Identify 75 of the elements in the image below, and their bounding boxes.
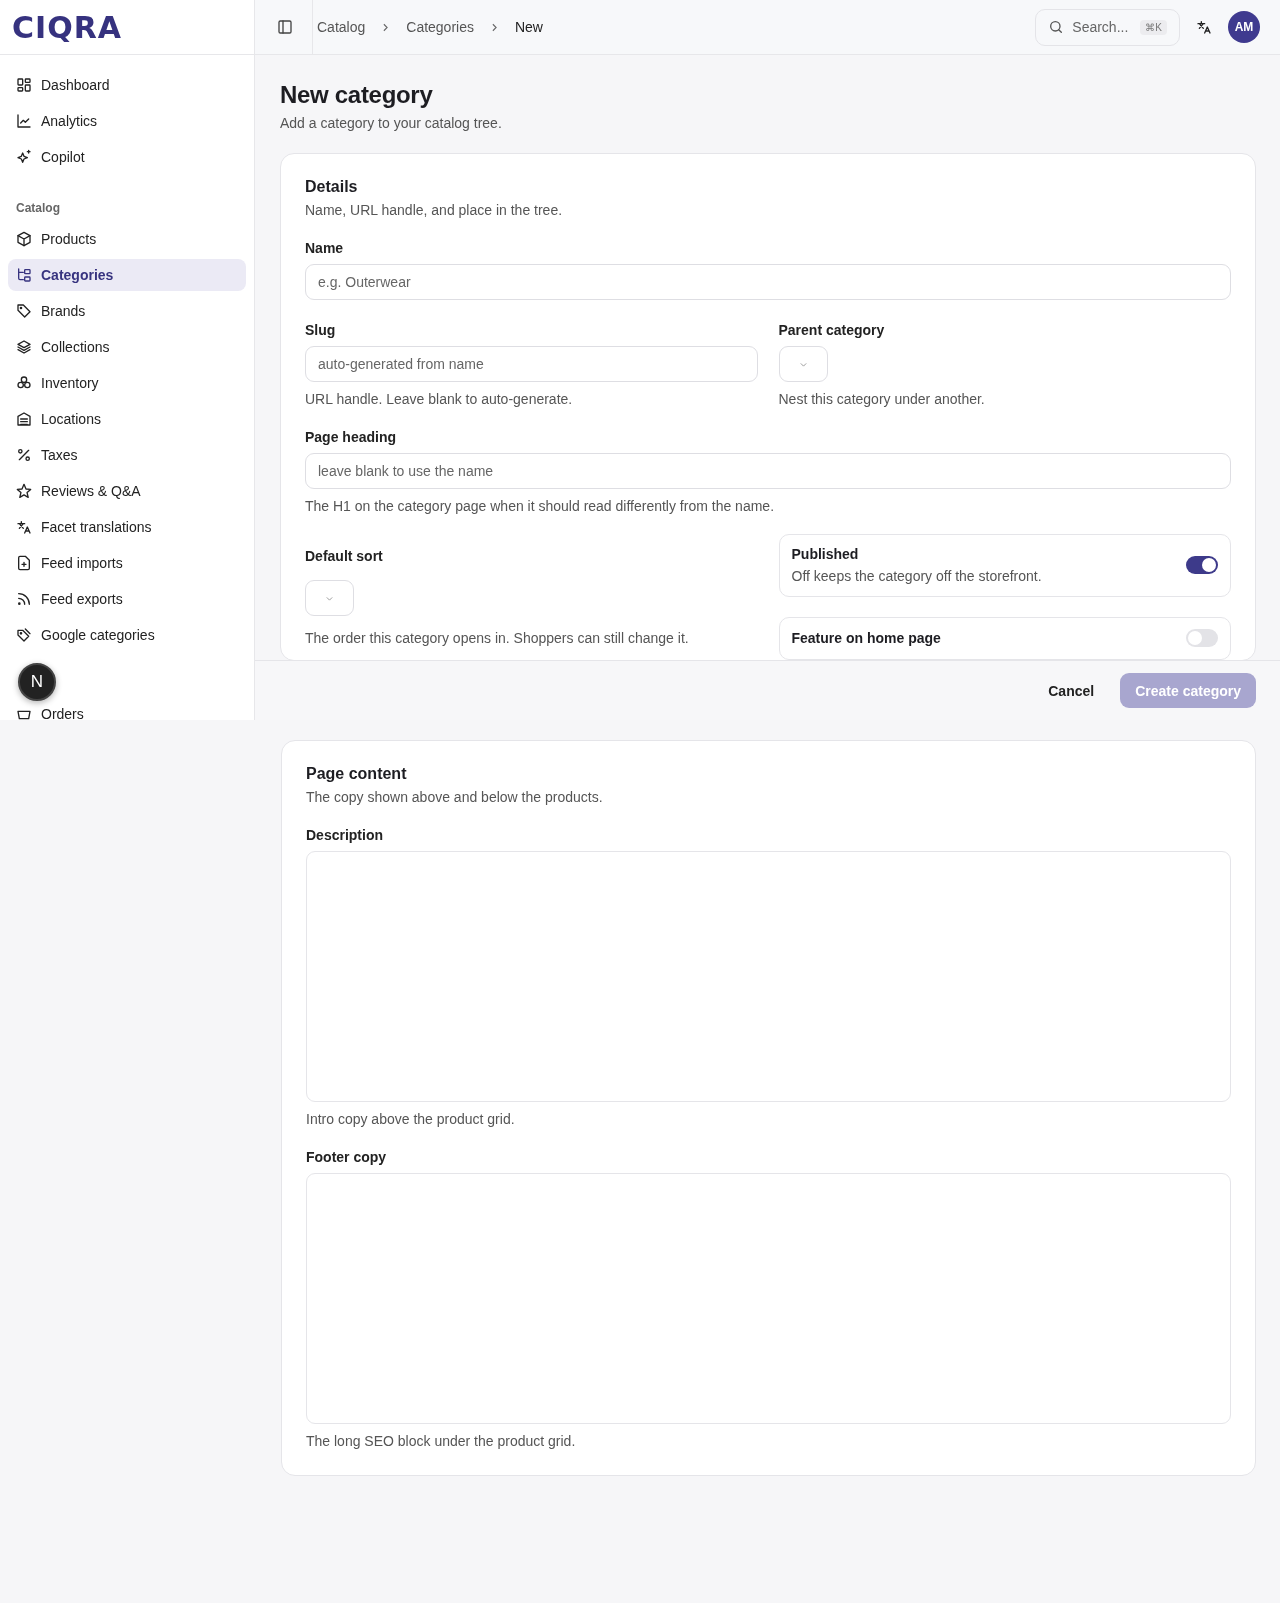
sidebar-item[interactable]: Feed exports xyxy=(8,583,246,615)
translate-icon xyxy=(16,519,32,535)
toggle-switch[interactable] xyxy=(1186,556,1218,574)
field-label: Default sort xyxy=(305,548,384,564)
sidebar-item[interactable]: Taxes xyxy=(8,439,246,471)
sort-select[interactable] xyxy=(305,580,354,616)
help-text: The long SEO block under the product grid. xyxy=(306,1433,577,1449)
logo[interactable]: CIQRA xyxy=(12,9,122,45)
building-icon xyxy=(16,411,32,427)
field-label: Slug xyxy=(305,322,337,338)
sidebar-item[interactable]: Google categories xyxy=(8,619,246,651)
sidebar-item[interactable]: Feed imports xyxy=(8,547,246,579)
card-title: Details xyxy=(305,178,359,196)
field-label: Page heading xyxy=(305,429,398,445)
file-plus-icon xyxy=(16,555,32,571)
breadcrumb-item: New xyxy=(514,19,543,35)
sidebar-item[interactable]: Facet translations xyxy=(8,511,246,543)
card-subtitle: The copy shown above and below the products. xyxy=(306,789,604,805)
page-heading-field[interactable]: leave blank to use the name xyxy=(305,453,1231,489)
toggle-description: Off keeps the category off the storefront. xyxy=(791,568,1042,584)
search-field[interactable]: Search... ⌘K xyxy=(1035,8,1180,46)
help-text: The H1 on the category page when it should read differently from the name. xyxy=(305,498,776,514)
sidebar-toggle-icon[interactable] xyxy=(277,19,293,35)
card-subtitle: Name, URL handle, and place in the tree. xyxy=(305,202,564,218)
sidebar-item[interactable]: Products xyxy=(8,223,246,255)
avatar[interactable]: AM xyxy=(1228,11,1260,43)
sidebar-item[interactable]: Orders xyxy=(8,703,246,720)
breadcrumb-item[interactable]: Catalog xyxy=(317,19,366,35)
help-text: Intro copy above the product grid. xyxy=(306,1111,516,1127)
sidebar-item[interactable]: Inventory xyxy=(8,367,246,399)
grid-icon xyxy=(16,77,32,93)
slug-field[interactable]: auto-generated from name xyxy=(305,346,758,382)
name-field[interactable]: e.g. Outerwear xyxy=(305,264,1231,300)
help-text: URL handle. Leave blank to auto-generate. xyxy=(305,391,574,407)
page-subtitle: Add a category to your catalog tree. xyxy=(280,115,503,131)
cancel-button[interactable]: Cancel xyxy=(1044,674,1099,707)
tag-icon xyxy=(16,303,32,319)
sidebar-item[interactable]: Locations xyxy=(8,403,246,435)
parent-select[interactable] xyxy=(778,346,828,382)
page-title: New category xyxy=(280,81,434,109)
field-label: Footer copy xyxy=(306,1149,388,1165)
layers-icon xyxy=(16,339,32,355)
percent-icon xyxy=(16,447,32,463)
breadcrumb-item[interactable]: Categories xyxy=(406,19,474,35)
translate-icon[interactable] xyxy=(1196,19,1212,35)
sidebar-item[interactable]: Collections xyxy=(8,331,246,363)
sidebar-item[interactable]: Copilot xyxy=(8,141,246,173)
footer-copy-field[interactable] xyxy=(306,1173,1231,1424)
sidebar-item[interactable]: Categories xyxy=(8,259,246,291)
chart-icon xyxy=(16,113,32,129)
field-label: Description xyxy=(306,827,384,843)
tree-icon xyxy=(16,267,32,283)
shortcut-key: ⌘K xyxy=(1140,19,1167,35)
tags-icon xyxy=(16,627,32,643)
field-label: Name xyxy=(305,240,345,256)
sidebar-item[interactable]: Dashboard xyxy=(8,69,246,101)
sidebar-item[interactable]: Brands xyxy=(8,295,246,327)
sparkle-icon xyxy=(16,149,32,165)
toggle-switch[interactable] xyxy=(1186,629,1218,647)
toggle-label: Feature on home page xyxy=(791,630,941,646)
box-icon xyxy=(16,231,32,247)
star-icon xyxy=(16,483,32,499)
search-icon xyxy=(1048,19,1065,35)
toggle-label: Published xyxy=(791,546,860,562)
help-text: Nest this category under another. xyxy=(778,391,986,407)
boxes-icon xyxy=(16,375,32,391)
section-title: Catalog xyxy=(15,200,61,217)
dev-badge[interactable]: N xyxy=(18,663,56,701)
sidebar-item[interactable]: Reviews & Q&A xyxy=(8,475,246,507)
description-field[interactable] xyxy=(306,851,1231,1102)
feed-icon xyxy=(16,591,32,607)
field-label: Parent category xyxy=(778,322,886,338)
card-title: Page content xyxy=(306,765,408,783)
sidebar-item[interactable]: Analytics xyxy=(8,105,246,137)
help-text: The order this category opens in. Shoppers can still change it. xyxy=(305,630,690,646)
